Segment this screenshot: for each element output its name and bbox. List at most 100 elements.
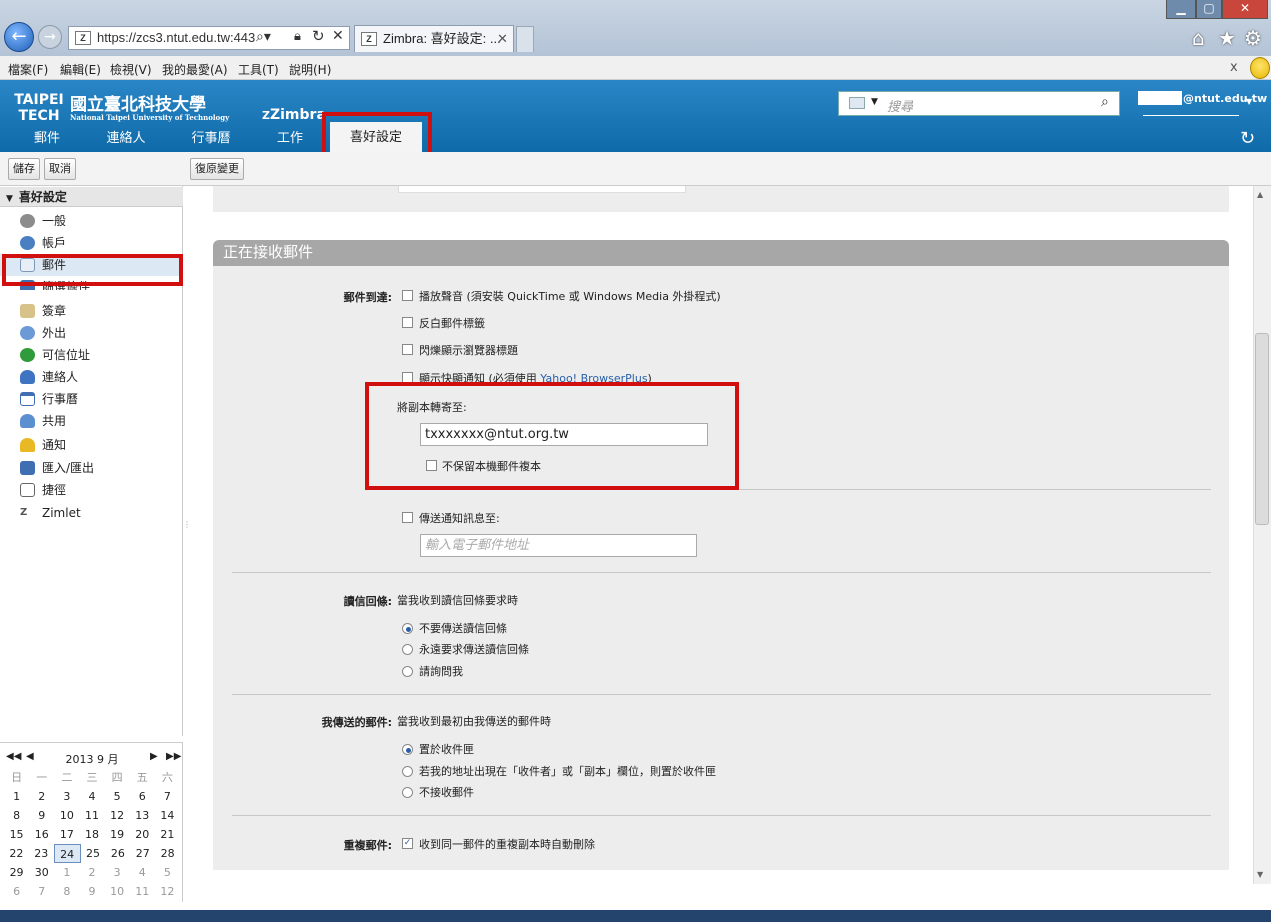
notify-address-input[interactable]: 輸入電子郵件地址 (420, 534, 697, 557)
scrollbar-thumb[interactable] (1255, 333, 1269, 525)
calendar-day[interactable]: 5 (155, 863, 180, 882)
chevron-down-icon[interactable]: ▼ (871, 97, 878, 107)
sidebar-item-contacts[interactable]: 連絡人 (0, 366, 182, 388)
calendar-day[interactable]: 30 (29, 863, 54, 882)
calendar-day[interactable]: 14 (155, 806, 180, 825)
tab-tasks[interactable]: 工作 (262, 128, 318, 152)
calendar-day[interactable]: 18 (79, 825, 104, 844)
sent-inbox-radio[interactable] (402, 744, 413, 755)
calendar-day[interactable]: 19 (105, 825, 130, 844)
calendar-day[interactable]: 4 (79, 787, 104, 806)
calendar-day[interactable]: 2 (29, 787, 54, 806)
next-year-icon[interactable]: ▶▶ (166, 751, 181, 762)
calendar-day[interactable]: 3 (54, 787, 79, 806)
forward-icon[interactable]: → (38, 25, 62, 49)
home-icon[interactable]: ⌂ (1192, 26, 1205, 50)
calendar-day[interactable]: 7 (29, 882, 54, 901)
calendar-day[interactable]: 10 (105, 882, 130, 901)
dup-delete-checkbox[interactable]: ✓ (402, 838, 413, 849)
calendar-day[interactable]: 29 (4, 863, 29, 882)
user-menu-chevron-icon[interactable]: ▼ (1246, 97, 1252, 106)
calendar-day[interactable]: 11 (130, 882, 155, 901)
back-icon[interactable]: ← (4, 22, 34, 52)
calendar-day[interactable]: 2 (79, 863, 104, 882)
calendar-day[interactable]: 6 (130, 787, 155, 806)
sidebar-item-notifications[interactable]: 通知 (0, 434, 182, 456)
calendar-day[interactable]: 22 (4, 844, 29, 863)
calendar-day[interactable]: 16 (29, 825, 54, 844)
calendar-day[interactable]: 21 (155, 825, 180, 844)
tab-mail[interactable]: 郵件 (18, 128, 76, 152)
calendar-day[interactable]: 28 (155, 844, 180, 863)
refresh-icon[interactable]: ↻ (1240, 128, 1255, 149)
scroll-down-icon[interactable]: ▼ (1257, 870, 1263, 879)
calendar-day[interactable]: 25 (81, 844, 106, 863)
menubar-close-icon[interactable]: x (1230, 60, 1238, 75)
play-sound-checkbox[interactable] (402, 290, 413, 301)
sidebar-item-accounts[interactable]: 帳戶 (0, 232, 182, 254)
calendar-day[interactable]: 12 (155, 882, 180, 901)
favorites-star-icon[interactable]: ★ (1218, 26, 1236, 50)
calendar-day[interactable]: 24 (53, 844, 81, 863)
calendar-day[interactable]: 7 (155, 787, 180, 806)
sidebar-item-trusted[interactable]: 可信位址 (0, 344, 182, 366)
calendar-day[interactable]: 20 (130, 825, 155, 844)
calendar-day[interactable]: 23 (29, 844, 54, 863)
sidebar-item-zimlet[interactable]: Z Zimlet (0, 502, 182, 524)
menu-edit[interactable]: 編輯(E) (60, 61, 101, 78)
calendar-day[interactable]: 3 (105, 863, 130, 882)
maximize-button[interactable]: ▢ (1196, 0, 1222, 19)
calendar-day[interactable]: 4 (130, 863, 155, 882)
smiley-icon[interactable] (1250, 57, 1270, 79)
menu-favorites[interactable]: 我的最愛(A) (162, 61, 228, 78)
new-tab-button[interactable] (516, 26, 534, 52)
user-email[interactable]: @ntut.edu.tw (1183, 92, 1267, 105)
tab-contacts[interactable]: 連絡人 (96, 128, 156, 152)
calendar-day[interactable]: 8 (54, 882, 79, 901)
save-button[interactable]: 儲存 (8, 158, 40, 180)
menu-file[interactable]: 檔案(F) (8, 61, 48, 78)
close-window-button[interactable]: ✕ (1222, 0, 1268, 19)
search-icon[interactable]: ⌕ (1101, 94, 1109, 110)
sidebar-item-shortcuts[interactable]: 捷徑 (0, 479, 182, 501)
tab-calendar[interactable]: 行事曆 (180, 128, 242, 152)
scroll-up-icon[interactable]: ▲ (1257, 190, 1263, 199)
minimize-button[interactable]: ▁ (1166, 0, 1196, 19)
next-month-icon[interactable]: ▶ (150, 751, 158, 762)
highlight-tab-checkbox[interactable] (402, 317, 413, 328)
calendar-day[interactable]: 26 (105, 844, 130, 863)
calendar-day[interactable]: 8 (4, 806, 29, 825)
notify-checkbox[interactable] (402, 512, 413, 523)
calendar-day[interactable]: 9 (79, 882, 104, 901)
sidebar-header[interactable]: ▼ 喜好設定 (0, 187, 183, 207)
menu-view[interactable]: 檢視(V) (110, 61, 152, 78)
collapse-icon[interactable]: ▼ (6, 194, 13, 204)
address-bar[interactable]: Z https://zcs3.ntut.edu.tw:443 (68, 26, 350, 50)
calendar-day[interactable]: 13 (130, 806, 155, 825)
calendar-day[interactable]: 12 (105, 806, 130, 825)
calendar-day[interactable]: 9 (29, 806, 54, 825)
sidebar-item-general[interactable]: 一般 (0, 210, 182, 232)
receipt-always-radio[interactable] (402, 644, 413, 655)
menu-help[interactable]: 說明(H) (289, 61, 331, 78)
sidebar-item-out-of-office[interactable]: 外出 (0, 322, 182, 344)
calendar-day[interactable]: 11 (79, 806, 104, 825)
close-tab-icon[interactable]: ✕ (497, 26, 508, 52)
sidebar-item-sharing[interactable]: 共用 (0, 410, 182, 432)
search-icon[interactable]: ⌕▾ (256, 29, 271, 45)
sidebar-item-signatures[interactable]: 簽章 (0, 300, 182, 322)
receipt-ask-radio[interactable] (402, 666, 413, 677)
flash-title-checkbox[interactable] (402, 344, 413, 355)
sidebar-item-calendar[interactable]: 行事曆 (0, 388, 182, 410)
stop-icon[interactable]: ✕ (332, 28, 344, 44)
calendar-day[interactable]: 1 (4, 787, 29, 806)
calendar-day[interactable]: 15 (4, 825, 29, 844)
menu-tools[interactable]: 工具(T) (238, 61, 279, 78)
scrollbar[interactable] (1253, 186, 1271, 884)
revert-button[interactable]: 復原變更 (190, 158, 244, 180)
prev-month-icon[interactable]: ◀ (26, 751, 34, 762)
calendar-day[interactable]: 17 (54, 825, 79, 844)
calendar-day[interactable]: 1 (54, 863, 79, 882)
browser-tab[interactable]: Z Zimbra: 喜好設定: ... ✕ (354, 25, 514, 52)
search-input[interactable]: ▼ 搜尋 ⌕ (838, 91, 1120, 116)
